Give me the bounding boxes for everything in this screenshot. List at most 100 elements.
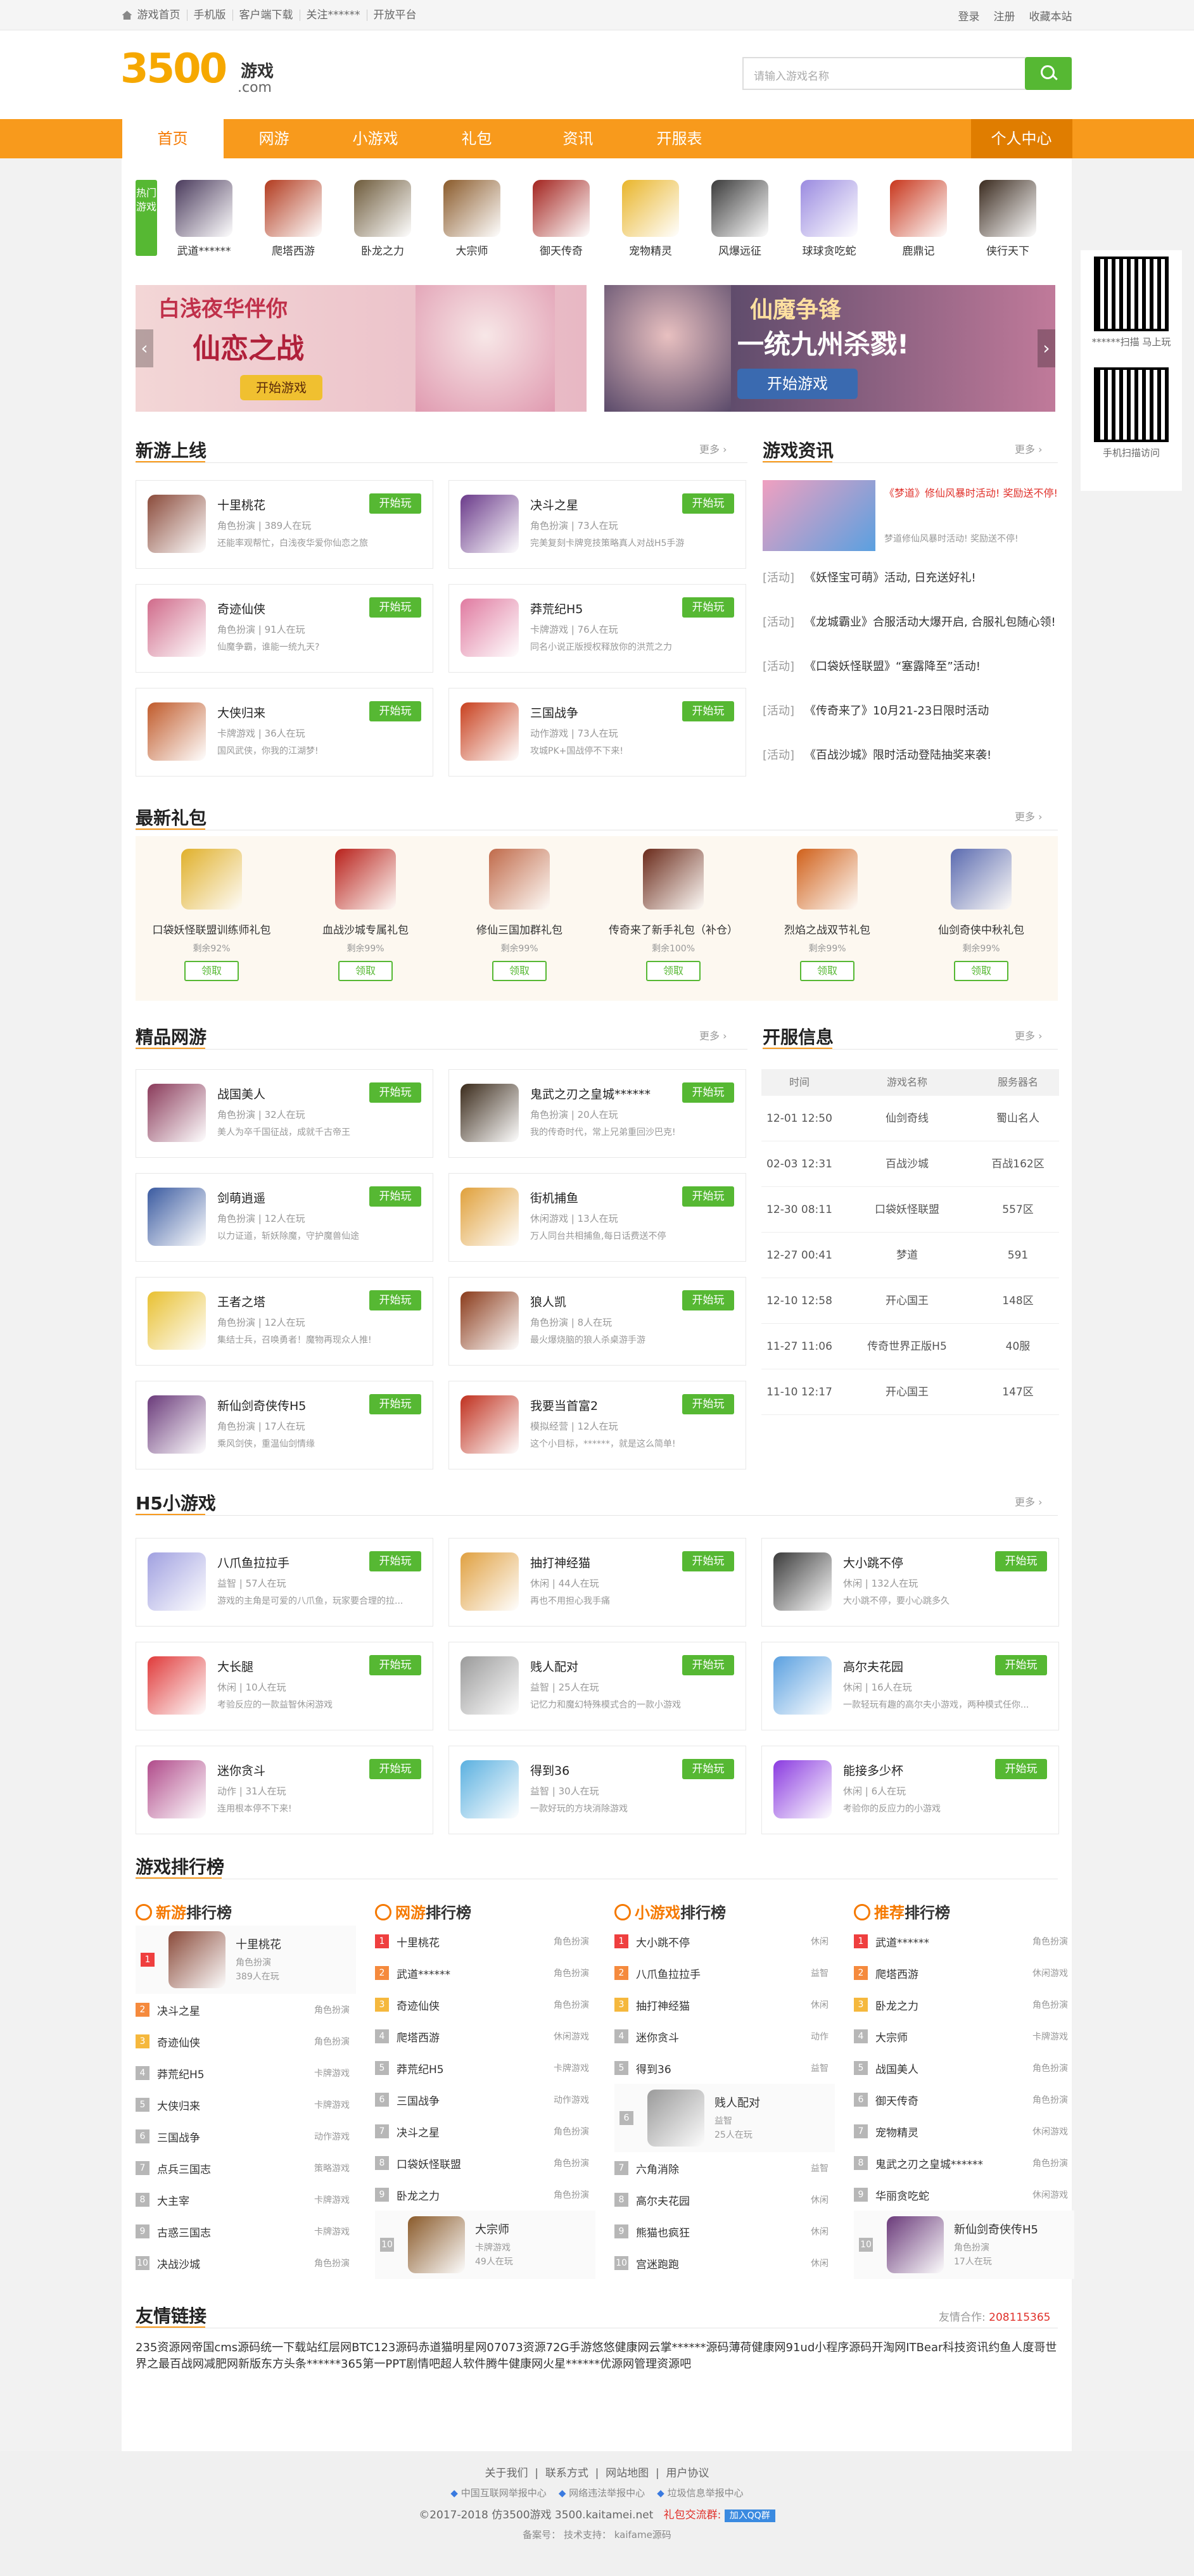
footer-link-sitemap[interactable]: 网站地图 [606, 2467, 649, 2480]
friend-link[interactable]: 百战网 [170, 2357, 204, 2371]
ranking-row[interactable]: 4 莽荒纪H5 卡牌游戏 [136, 2057, 356, 2089]
rank-name[interactable]: 卧龙之力 [397, 2187, 440, 2203]
site-logo[interactable]: 3500 游戏 .com [120, 47, 285, 104]
search-input[interactable]: 请输入游戏名称 [754, 67, 829, 83]
game-name[interactable]: 大小跳不停 [843, 1554, 903, 1571]
footer-link-contact[interactable]: 联系方式 [545, 2467, 588, 2480]
footer-qq-button[interactable]: 加入QQ群 [724, 2509, 775, 2522]
rank-name[interactable]: 华丽贪吃蛇 [875, 2187, 929, 2203]
more-link-new-games[interactable]: 更多 › [699, 441, 727, 456]
friend-link[interactable]: 约鱼人 [988, 2341, 1022, 2354]
server-game[interactable]: 开心国王 [837, 1278, 977, 1323]
rank-name[interactable]: 得到36 [636, 2060, 671, 2076]
footer-badge-1[interactable]: 中国互联网举报中心 [461, 2487, 547, 2499]
game-name[interactable]: 奇迹仙侠 [217, 600, 265, 617]
play-button[interactable]: 开始玩 [682, 1186, 734, 1207]
game-icon[interactable] [175, 180, 232, 237]
gift-icon[interactable] [797, 849, 858, 910]
news-item[interactable]: [活动] 《百战沙城》限时活动登陆抽奖来袭! [763, 746, 991, 763]
game-card[interactable]: 大侠归来 卡牌游戏 | 36人在玩 国风武侠，你我的江湖梦! 开始玩 [136, 688, 433, 777]
game-name[interactable]: 决斗之星 [530, 496, 578, 513]
game-name[interactable]: 十里桃花 [217, 496, 265, 513]
claim-button[interactable]: 领取 [646, 961, 701, 981]
ranking-featured-item[interactable]: 10 新仙剑奇侠传H5 角色扮演 17人在玩 [854, 2211, 1074, 2279]
rank-name[interactable]: 决斗之星 [157, 2002, 200, 2018]
links-contact-number[interactable]: 208115365 [989, 2311, 1050, 2324]
game-name[interactable]: 大长腿 [217, 1658, 253, 1675]
game-card[interactable]: 奇迹仙侠 角色扮演 | 91人在玩 仙魔争霸，谁能一统九天? 开始玩 [136, 584, 433, 673]
play-button[interactable]: 开始玩 [682, 1082, 734, 1103]
rank-name[interactable]: 鬼武之刃之皇城****** [875, 2155, 983, 2171]
news-title[interactable]: 《传奇来了》10月21-23日限时活动 [804, 704, 989, 718]
gift-icon[interactable] [181, 849, 242, 910]
footer-link-about[interactable]: 关于我们 [485, 2467, 528, 2480]
ranking-row[interactable]: 8 口袋妖怪联盟 角色扮演 [375, 2147, 595, 2179]
ranking-row[interactable]: 2 决斗之星 角色扮演 [136, 1994, 356, 2026]
ranking-row[interactable]: 3 抽打神经猫 休闲 [614, 1989, 835, 2021]
game-card[interactable]: 我要当首富2 模拟经营 | 12人在玩 这个小目标，******，就是这么简单! 开始… [448, 1381, 746, 1469]
game-icon[interactable] [460, 495, 519, 553]
news-item[interactable]: [活动] 《传奇来了》10月21-23日限时活动 [763, 702, 989, 718]
rank-name[interactable]: 熊猫也疯狂 [636, 2224, 690, 2240]
news-top-title[interactable]: 《梦道》修仙风暴时活动! 奖励送不停! [884, 485, 1059, 502]
ranking-row[interactable]: 7 决斗之星 角色扮演 [375, 2116, 595, 2147]
game-card[interactable]: 得到36 益智 | 30人在玩 一款好玩的方块消除游戏 开始玩 [448, 1746, 746, 1834]
banner-right-button[interactable]: 开始游戏 [737, 369, 858, 399]
gift-icon[interactable] [489, 849, 550, 910]
play-button[interactable]: 开始玩 [995, 1655, 1047, 1675]
rank-name[interactable]: 三国战争 [157, 2129, 200, 2145]
game-name[interactable]: 战国美人 [217, 1085, 265, 1102]
game-name[interactable]: 三国战争 [530, 704, 578, 721]
play-button[interactable]: 开始玩 [369, 701, 421, 721]
friend-link[interactable]: 开淘网 [872, 2341, 906, 2354]
news-top-image[interactable] [763, 480, 875, 551]
play-button[interactable]: 开始玩 [682, 1759, 734, 1779]
game-icon[interactable] [148, 1395, 206, 1454]
hot-game-item[interactable]: 宠物精灵 [613, 180, 689, 258]
rank-name[interactable]: 战国美人 [875, 2060, 918, 2076]
hot-game-item[interactable]: 鹿鼎记 [880, 180, 956, 258]
rank-name[interactable]: 六角消除 [636, 2160, 679, 2176]
play-button[interactable]: 开始玩 [369, 1551, 421, 1571]
friend-link[interactable]: 悠悠健康网 [592, 2341, 649, 2354]
game-icon[interactable] [979, 180, 1036, 237]
more-link-gifts[interactable]: 更多 › [1015, 808, 1043, 823]
topbar-link-mobile[interactable]: 手机版 [186, 10, 232, 21]
play-button[interactable]: 开始玩 [369, 1290, 421, 1310]
game-name[interactable]: 抽打神经猫 [530, 1554, 590, 1571]
more-link-servers[interactable]: 更多 › [1015, 1027, 1043, 1043]
game-name[interactable]: 迷你贪斗 [217, 1761, 265, 1779]
ranking-row[interactable]: 4 大宗师 卡牌游戏 [854, 2021, 1074, 2052]
play-button[interactable]: 开始玩 [369, 1082, 421, 1103]
rank-name[interactable]: 抽打神经猫 [636, 1997, 690, 2013]
rank-name[interactable]: 口袋妖怪联盟 [397, 2155, 461, 2171]
game-icon[interactable] [460, 1291, 519, 1350]
hot-game-item[interactable]: 大宗师 [434, 180, 510, 258]
ranking-row[interactable]: 7 宠物精灵 休闲游戏 [854, 2116, 1074, 2147]
friend-link[interactable]: 减肥网 [204, 2357, 238, 2371]
game-card[interactable]: 决斗之星 角色扮演 | 73人在玩 完美复刻卡牌竞技策略真人对战H5手游 开始玩 [448, 480, 746, 569]
game-name[interactable]: 莽荒纪H5 [530, 600, 583, 617]
game-icon[interactable] [460, 1188, 519, 1246]
rank-name[interactable]: 点兵三国志 [157, 2160, 211, 2176]
play-button[interactable]: 开始玩 [369, 1186, 421, 1207]
hot-game-item[interactable]: 御天传奇 [523, 180, 599, 258]
ranking-row[interactable]: 2 武道****** 角色扮演 [375, 1957, 595, 1989]
ranking-row[interactable]: 2 八爪鱼拉拉手 益智 [614, 1957, 835, 1989]
friend-link[interactable]: 235资源网 [136, 2341, 191, 2354]
hot-game-item[interactable]: 爬塔西游 [255, 180, 331, 258]
friend-link[interactable]: 超人软件 [440, 2357, 486, 2371]
topbar-link-client[interactable]: 客户端下载 [232, 10, 300, 21]
news-item[interactable]: [活动] 《妖怪宝可萌》活动, 日充送好礼! [763, 569, 976, 585]
friend-link[interactable]: 帝国cms源码 [191, 2341, 260, 2354]
featured-name[interactable]: 新仙剑奇侠传H5 [954, 2221, 1038, 2237]
server-game[interactable]: 开心国王 [837, 1369, 977, 1414]
rank-name[interactable]: 大宗师 [875, 2029, 908, 2045]
game-card[interactable]: 街机捕鱼 休闲游戏 | 13人在玩 万人同台共相捕鱼,每日话费送不停 开始玩 [448, 1173, 746, 1262]
game-icon[interactable] [801, 180, 858, 237]
server-game[interactable]: 百战沙城 [837, 1141, 977, 1186]
game-card[interactable]: 剑萌逍遥 角色扮演 | 12人在玩 以力证道，斩妖除魔，守护魔兽仙途 开始玩 [136, 1173, 433, 1262]
gift-name[interactable]: 口袋妖怪联盟训练师礼包 [136, 921, 288, 937]
ranking-row[interactable]: 9 古惑三国志 卡牌游戏 [136, 2216, 356, 2247]
game-name[interactable]: 高尔夫花园 [843, 1658, 903, 1675]
